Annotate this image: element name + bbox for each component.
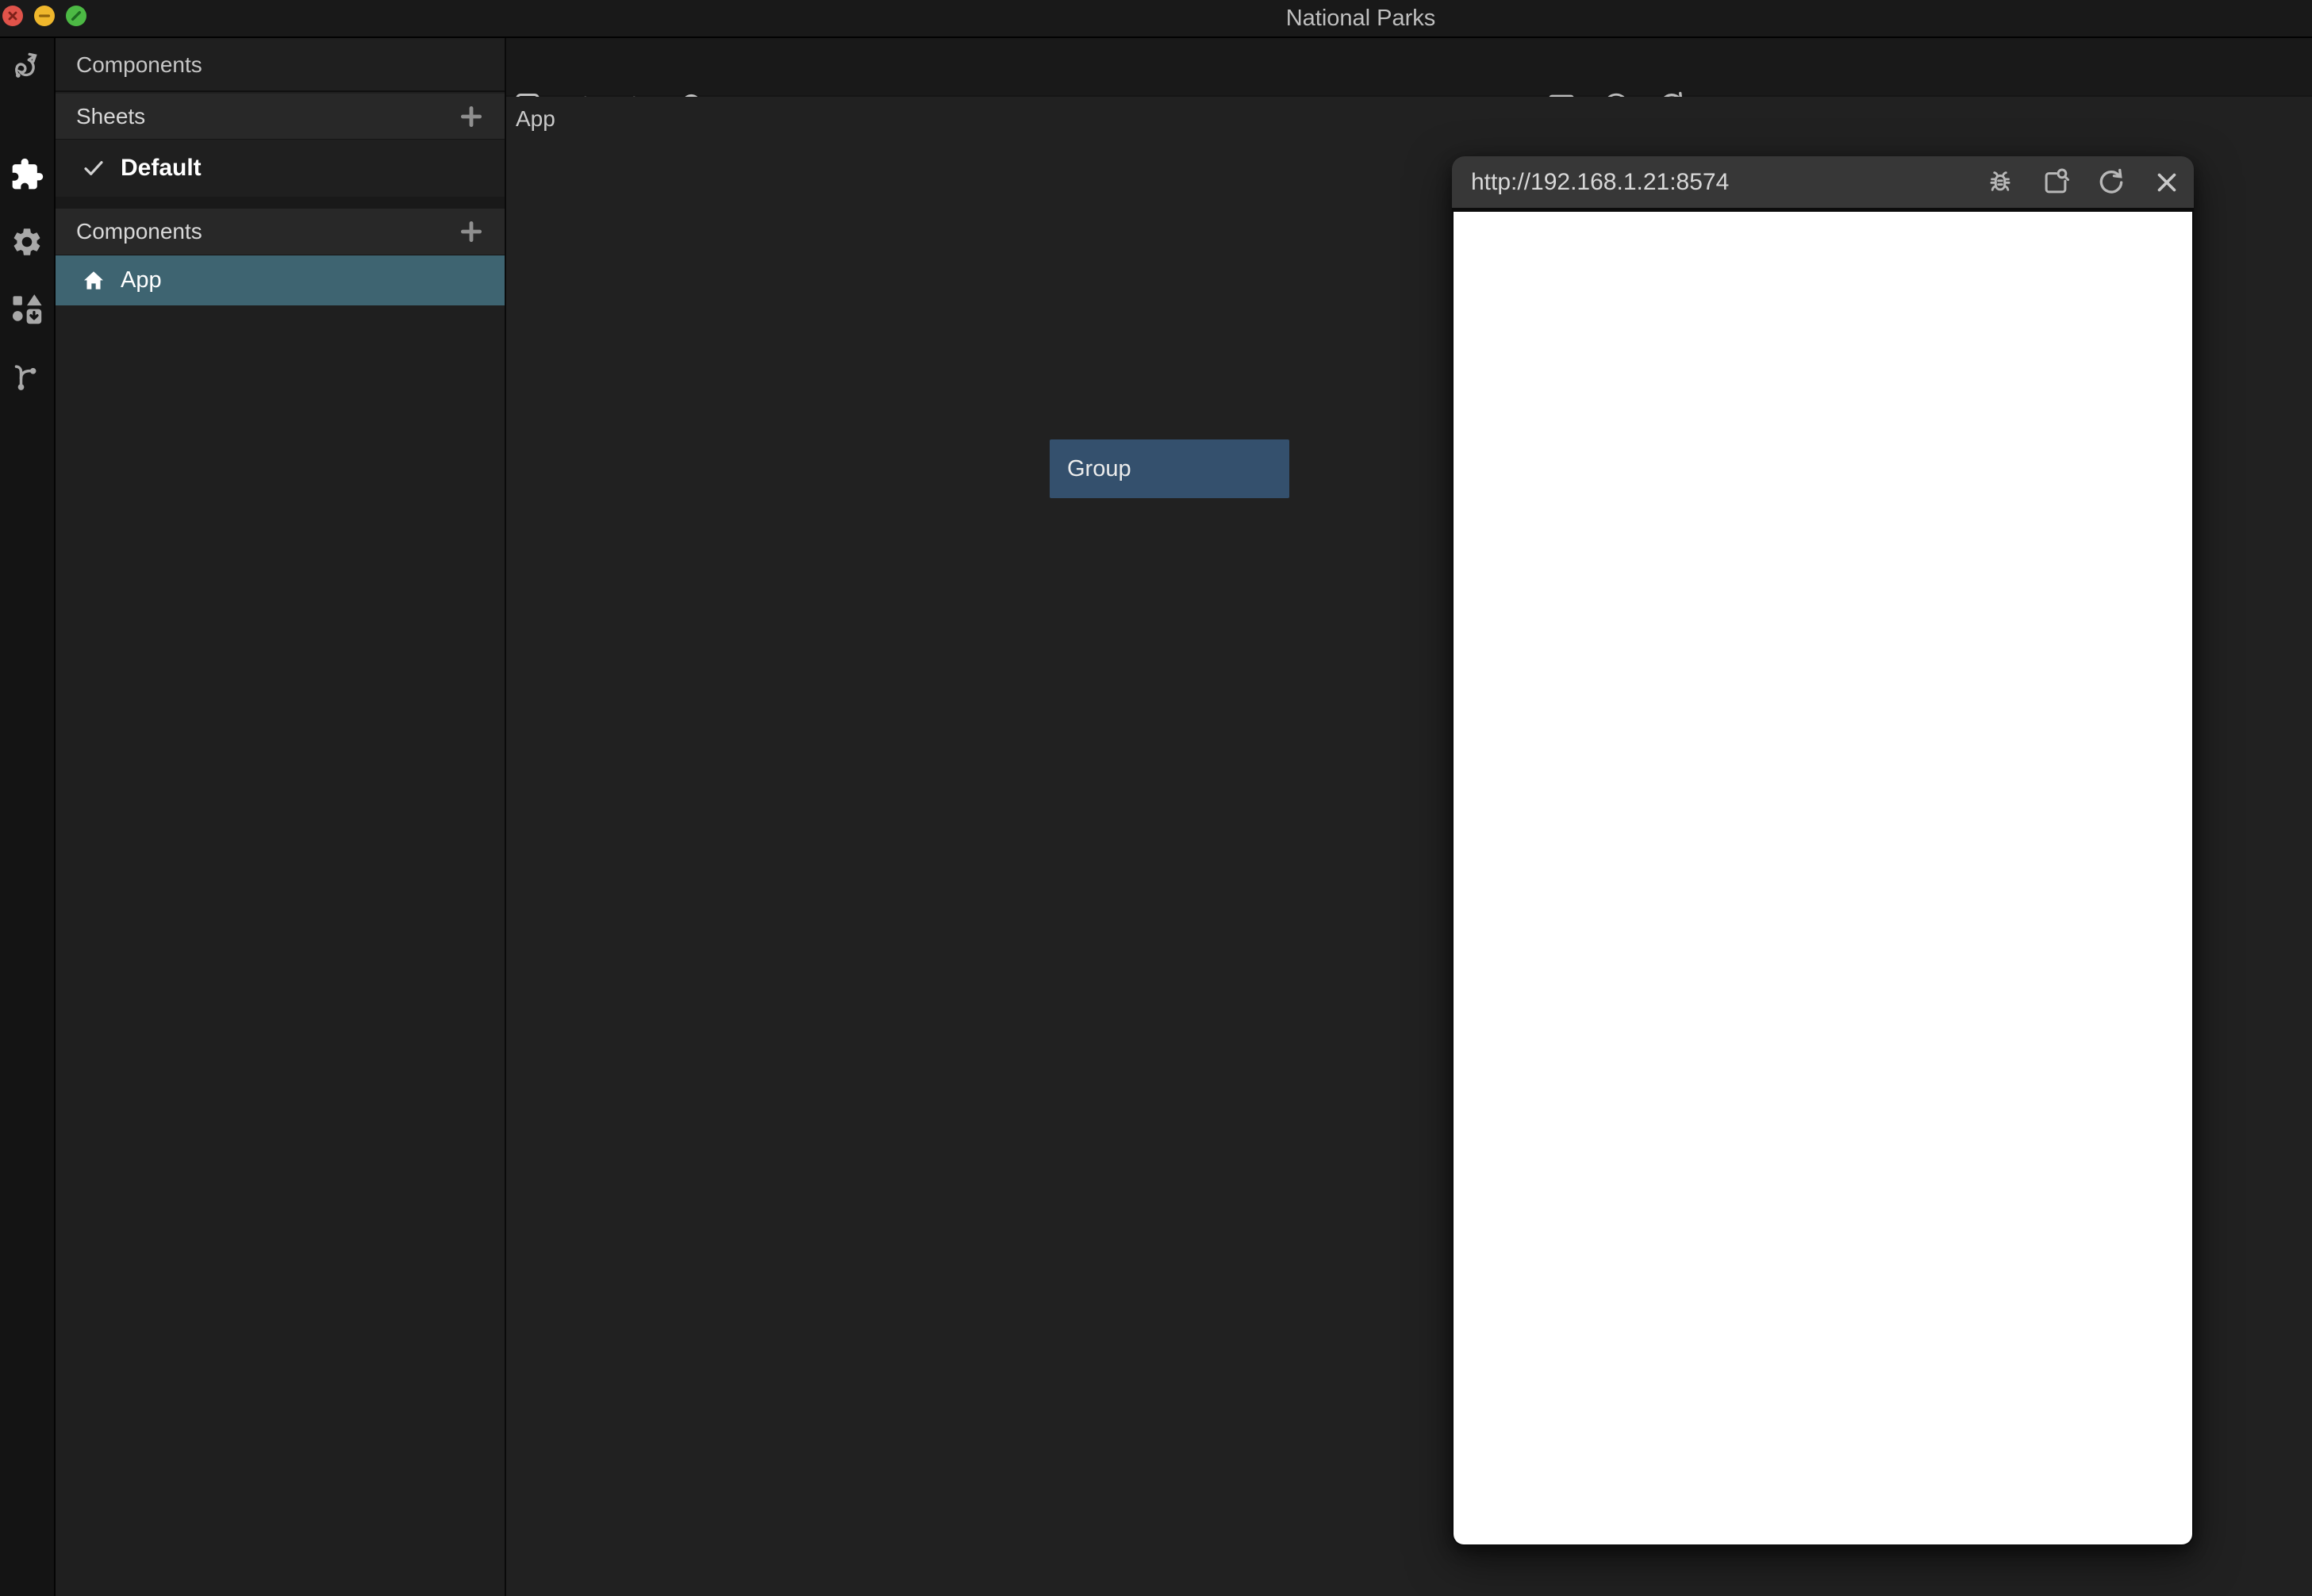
bug-icon — [1985, 167, 2015, 198]
rail-item-settings[interactable] — [11, 226, 43, 258]
breadcrumb: App — [516, 106, 555, 132]
window-title: National Parks — [1286, 0, 1436, 36]
activity-bar — [0, 38, 56, 1596]
preview-refresh-button[interactable] — [2095, 167, 2127, 198]
refresh-icon — [2096, 167, 2126, 198]
preview-titlebar: http://192.168.1.21:8574 — [1452, 156, 2194, 208]
main-toolbar — [506, 38, 2312, 97]
minimize-icon — [34, 6, 55, 26]
add-sheet-button[interactable] — [452, 98, 490, 136]
component-item-label: App — [121, 267, 162, 293]
add-component-button[interactable] — [452, 213, 490, 251]
check-icon — [81, 155, 106, 181]
rail-item-components[interactable] — [11, 159, 43, 190]
group-widget[interactable]: Group — [1050, 439, 1289, 498]
group-widget-label: Group — [1067, 456, 1131, 482]
inspect-button[interactable] — [2040, 167, 2072, 198]
puzzle-icon — [10, 157, 44, 192]
preview-window: http://192.168.1.21:8574 — [1452, 156, 2194, 1546]
route-icon — [11, 51, 43, 82]
close-window-button[interactable] — [2, 6, 23, 26]
window-controls — [2, 6, 86, 26]
inspect-icon — [2041, 167, 2071, 198]
rail-item-library[interactable] — [11, 293, 43, 325]
preview-content — [1454, 212, 2192, 1544]
maximize-icon — [66, 6, 86, 26]
section-header-sheets: Sheets — [56, 94, 505, 140]
components-section-label: Components — [76, 219, 452, 244]
rail-item-version-control[interactable] — [11, 361, 43, 393]
rail-item-routes[interactable] — [11, 51, 43, 82]
debug-button[interactable] — [1984, 167, 2016, 198]
sheet-item-label: Default — [121, 155, 202, 182]
sidebar: Components Sheets Default Components App — [56, 38, 506, 1596]
close-icon — [2, 6, 23, 26]
minimize-window-button[interactable] — [34, 6, 55, 26]
gear-icon — [10, 225, 44, 259]
shapes-library-icon — [10, 293, 44, 326]
section-gap — [56, 197, 505, 209]
maximize-window-button[interactable] — [66, 6, 86, 26]
sheets-section-label: Sheets — [76, 104, 452, 129]
close-icon — [2152, 167, 2182, 198]
home-icon — [81, 268, 106, 293]
plus-icon — [458, 103, 485, 130]
list-item-default[interactable]: Default — [56, 140, 505, 197]
titlebar: National Parks — [0, 0, 2312, 38]
plus-icon — [458, 218, 485, 245]
git-branch-icon — [11, 361, 43, 393]
sidebar-panel-title: Components — [56, 38, 505, 92]
list-item-app[interactable]: App — [56, 255, 505, 305]
section-header-components: Components — [56, 209, 505, 255]
preview-url[interactable]: http://192.168.1.21:8574 — [1471, 169, 1961, 196]
preview-close-button[interactable] — [2151, 167, 2183, 198]
